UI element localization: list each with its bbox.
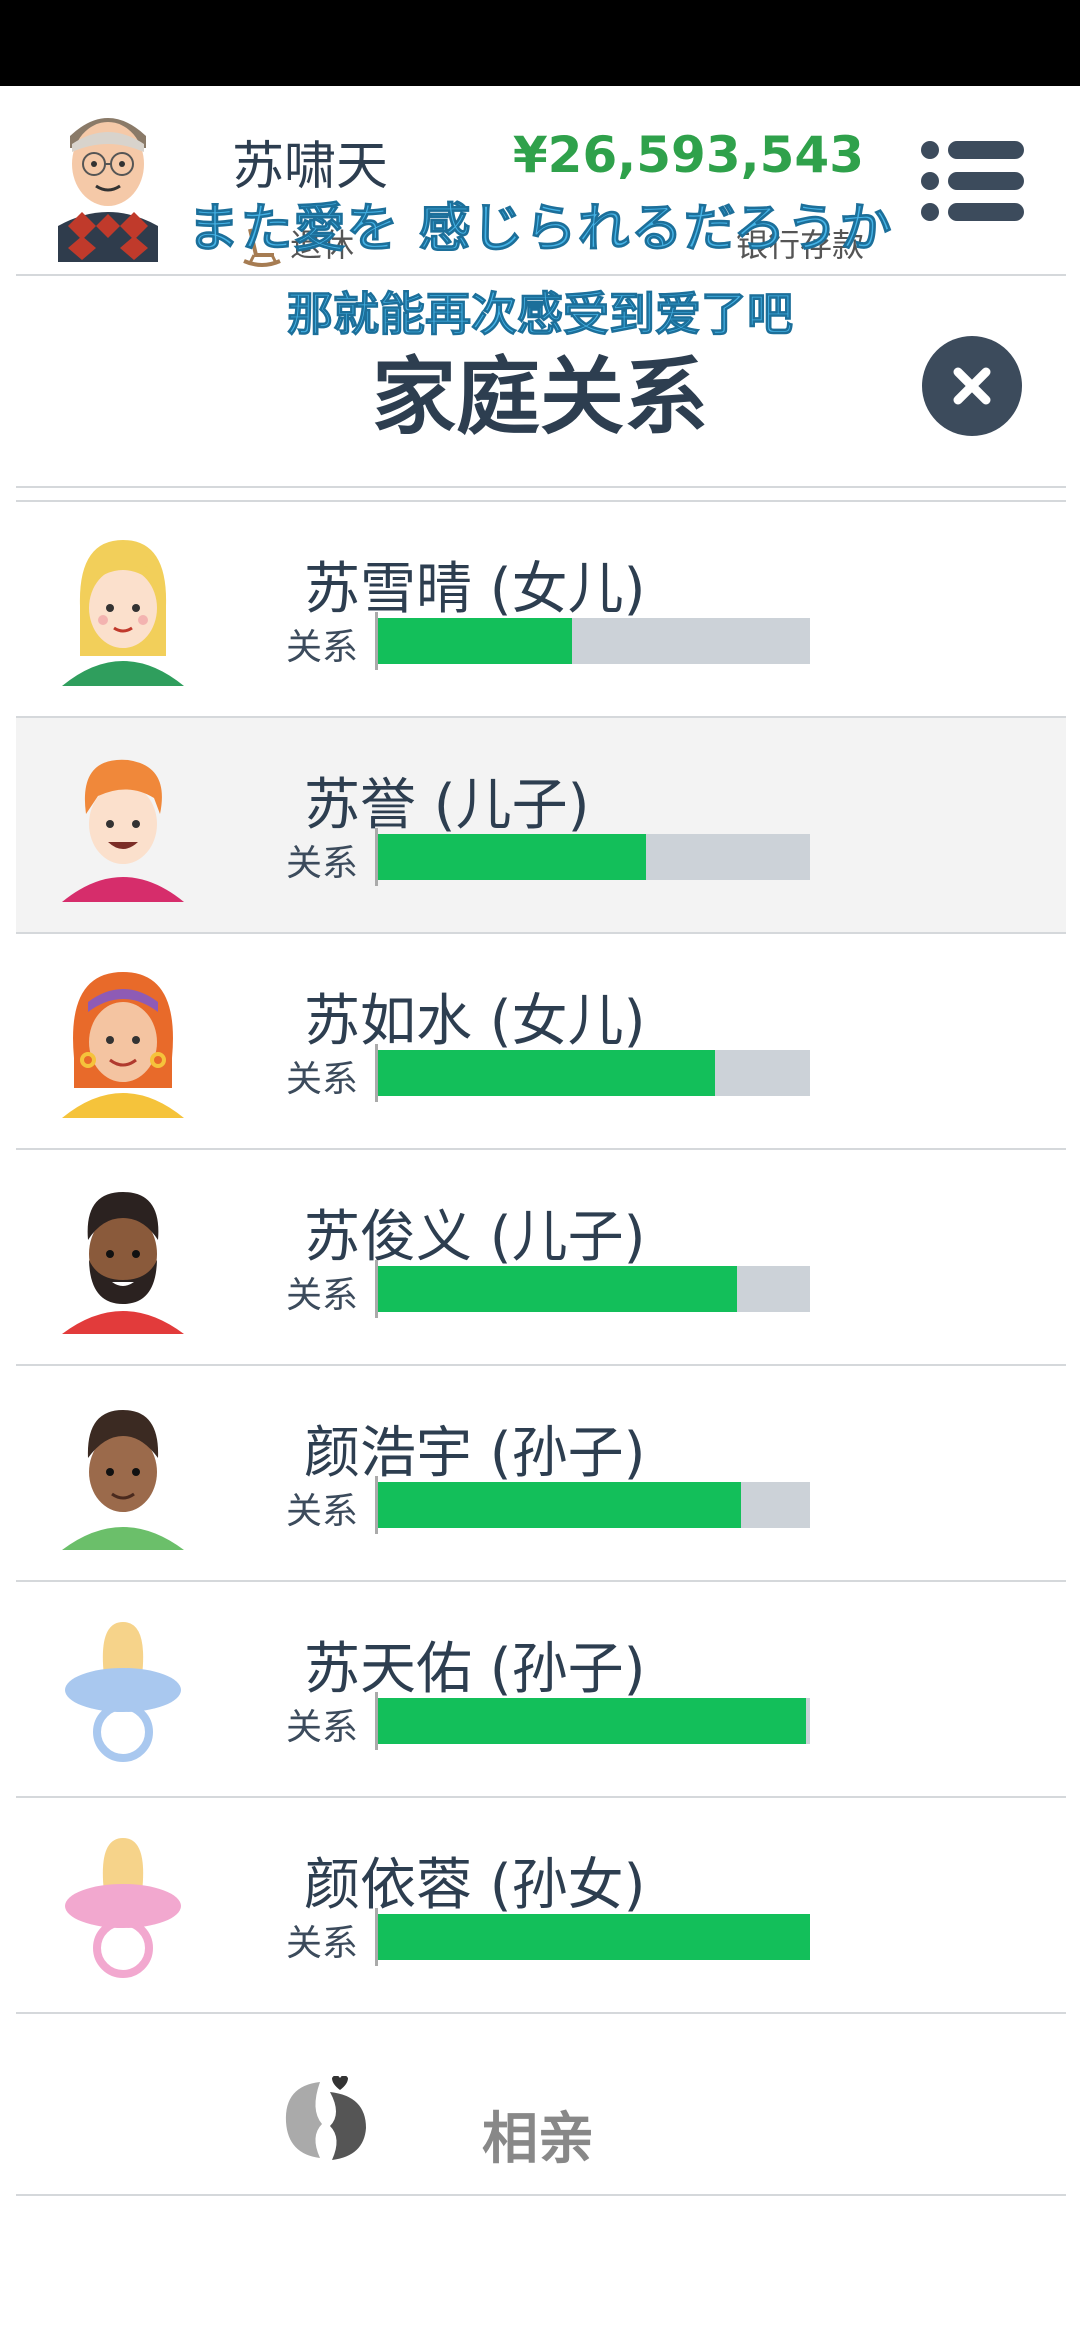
relation-bar xyxy=(375,1908,810,1966)
blonde-girl-avatar-icon xyxy=(62,540,184,686)
pacifier-blue-icon xyxy=(65,1622,181,1762)
member-name: 颜依蓉 (孙女) xyxy=(304,1853,646,1918)
divider xyxy=(16,274,1066,276)
relation-bar-fill xyxy=(378,1698,806,1744)
pacifier-pink-icon xyxy=(65,1838,181,1978)
family-member-row[interactable]: 苏雪晴 (女儿) 关系 xyxy=(16,502,1066,718)
relation-bar xyxy=(375,1476,810,1534)
money-amount: ¥26,593,543 xyxy=(512,126,864,184)
member-name: 苏雪晴 (女儿) xyxy=(304,557,646,622)
relation-label: 关系 xyxy=(286,843,359,884)
page-title: 家庭关系 xyxy=(371,348,708,446)
relation-label: 关系 xyxy=(286,1059,359,1100)
relation-bar xyxy=(375,1692,810,1750)
family-member-row[interactable]: 苏誉 (儿子) 关系 xyxy=(16,718,1066,934)
relation-bar-fill xyxy=(378,618,573,664)
headband-girl-avatar-icon xyxy=(62,972,184,1118)
family-member-row[interactable]: 苏如水 (女儿) 关系 xyxy=(16,934,1066,1150)
family-member-row[interactable]: 苏俊义 (儿子) 关系 xyxy=(16,1150,1066,1366)
member-name: 颜浩宇 (孙子) xyxy=(304,1421,646,1486)
relation-bar-fill xyxy=(378,1482,741,1528)
lyric-overlay-line1: また愛を 感じられるだろうか xyxy=(187,199,893,260)
close-button[interactable] xyxy=(922,336,1022,436)
relation-label: 关系 xyxy=(286,1923,359,1964)
member-name: 苏誉 (儿子) xyxy=(304,773,590,838)
member-name: 苏天佑 (孙子) xyxy=(304,1637,646,1702)
relation-label: 关系 xyxy=(286,1707,359,1748)
relation-label: 关系 xyxy=(286,1275,359,1316)
family-member-row[interactable]: 颜依蓉 (孙女) 关系 xyxy=(16,1798,1066,2014)
family-member-row[interactable]: 颜浩宇 (孙子) 关系 xyxy=(16,1366,1066,1582)
relation-label: 关系 xyxy=(286,1491,359,1532)
kiss-icon xyxy=(285,2076,366,2160)
redhead-boy-avatar-icon xyxy=(62,759,184,902)
member-name: 苏俊义 (儿子) xyxy=(304,1205,646,1270)
dating-button[interactable]: 相亲 xyxy=(16,2014,1066,2196)
relation-bar-fill xyxy=(378,1050,715,1096)
close-icon xyxy=(953,367,991,405)
relation-bar xyxy=(375,828,810,886)
relation-bar-fill xyxy=(378,1266,737,1312)
divider xyxy=(16,486,1066,488)
member-name: 苏如水 (女儿) xyxy=(304,989,646,1054)
relation-bar xyxy=(375,612,810,670)
boy-avatar-icon xyxy=(62,1410,184,1550)
status-bar xyxy=(0,0,1080,86)
relation-bar xyxy=(375,1260,810,1318)
relation-label: 关系 xyxy=(286,627,359,668)
dating-label: 相亲 xyxy=(482,2107,594,2172)
relation-bar-fill xyxy=(378,1914,810,1960)
family-member-row[interactable]: 苏天佑 (孙子) 关系 xyxy=(16,1582,1066,1798)
relation-bar-fill xyxy=(378,834,646,880)
relation-bar xyxy=(375,1044,810,1102)
bearded-man-avatar-icon xyxy=(62,1192,184,1334)
family-list: 苏雪晴 (女儿) 关系 苏誉 (儿子) 关系 苏如水 (女儿) 关系 苏俊义 (… xyxy=(16,502,1066,2014)
